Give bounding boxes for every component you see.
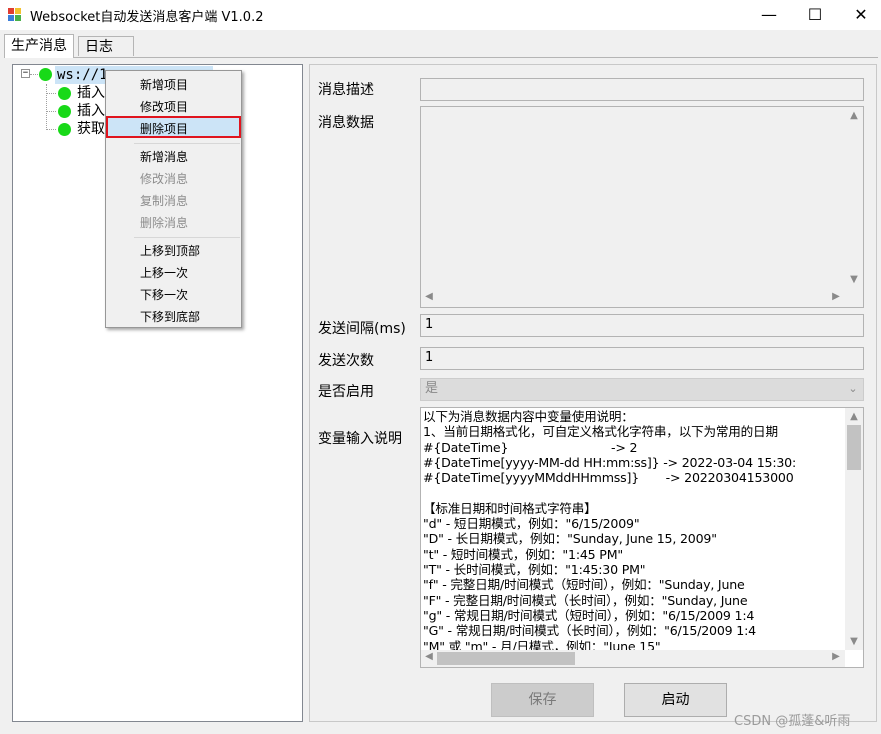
menu-item-move-bottom[interactable]: 下移到底部 bbox=[140, 308, 200, 325]
menu-item-move-top[interactable]: 上移到顶部 bbox=[140, 242, 200, 259]
chevron-down-icon[interactable]: ⌄ bbox=[845, 382, 861, 395]
window-title: Websocket自动发送消息客户端 V1.0.2 bbox=[30, 10, 264, 25]
var-help-line: 【标准日期和时间格式字符串】 bbox=[423, 500, 597, 516]
menu-separator bbox=[134, 237, 240, 238]
var-help-line: "t" - 短时间模式，例如："1:45 PM" bbox=[423, 546, 623, 562]
scroll-down-icon[interactable]: ▼ bbox=[845, 636, 863, 647]
var-help-label: 变量输入说明 bbox=[318, 431, 402, 447]
var-help-line: 以下为消息数据内容中变量使用说明： bbox=[423, 409, 634, 424]
interval-label: 发送间隔(ms) bbox=[318, 321, 406, 337]
data-label: 消息数据 bbox=[318, 115, 374, 131]
tree-child-node[interactable]: 插入 bbox=[77, 102, 105, 120]
data-vscrollbar[interactable] bbox=[845, 107, 863, 290]
menu-item-delete-message[interactable]: 删除消息 bbox=[140, 214, 188, 231]
var-help-line: 1、当前日期格式化，可自定义格式化字符串，以下为常用的日期 bbox=[423, 424, 778, 440]
desc-field[interactable] bbox=[420, 78, 864, 101]
scroll-thumb[interactable] bbox=[437, 652, 575, 665]
var-help-line: "d" - 短日期模式，例如："6/15/2009" bbox=[423, 516, 640, 532]
scroll-up-icon[interactable]: ▲ bbox=[845, 110, 863, 121]
var-help-line: "f" - 完整日期/时间模式（短时间），例如："Sunday, June bbox=[423, 577, 745, 593]
menu-item-move-down[interactable]: 下移一次 bbox=[140, 286, 188, 303]
scroll-down-icon[interactable]: ▼ bbox=[845, 274, 863, 285]
var-help-line: "F" - 完整日期/时间模式（长时间），例如："Sunday, June bbox=[423, 592, 748, 608]
maximize-button[interactable]: ☐ bbox=[792, 0, 838, 30]
count-field[interactable]: 1 bbox=[420, 347, 864, 370]
watermark: CSDN @孤蓬&听雨 bbox=[734, 714, 851, 729]
var-help-line: "T" - 长时间模式，例如："1:45:30 PM" bbox=[423, 562, 646, 577]
status-online-icon bbox=[58, 123, 71, 136]
menu-item-delete-project[interactable]: 删除项目 bbox=[140, 120, 188, 137]
interval-field[interactable]: 1 bbox=[420, 314, 864, 337]
tree-child-node[interactable]: 插入 bbox=[77, 84, 105, 102]
app-icon bbox=[8, 8, 22, 22]
var-help-line: #{DateTime[yyyy-MM-dd HH:mm:ss]} -> 2022… bbox=[423, 454, 797, 470]
scroll-right-icon[interactable]: ▶ bbox=[828, 291, 844, 302]
tree-connector bbox=[46, 129, 56, 130]
enabled-label: 是否启用 bbox=[318, 384, 374, 400]
menu-item-edit-message[interactable]: 修改消息 bbox=[140, 170, 188, 187]
minimize-button[interactable]: — bbox=[746, 0, 792, 30]
menu-item-move-up[interactable]: 上移一次 bbox=[140, 264, 188, 281]
menu-separator bbox=[134, 143, 240, 144]
var-help-line: "D" - 长日期模式，例如："Sunday, June 15, 2009" bbox=[423, 531, 717, 547]
save-button[interactable]: 保存 bbox=[491, 683, 594, 717]
data-field[interactable] bbox=[420, 106, 864, 308]
tree-connector bbox=[46, 93, 56, 94]
scroll-left-icon[interactable]: ◀ bbox=[421, 291, 437, 302]
scroll-up-icon[interactable]: ▲ bbox=[845, 411, 863, 422]
var-help-line: #{DateTime} -> 2 bbox=[423, 439, 638, 455]
status-online-icon bbox=[39, 68, 52, 81]
count-label: 发送次数 bbox=[318, 353, 374, 369]
enabled-select[interactable]: 是 bbox=[420, 378, 864, 401]
menu-item-add-message[interactable]: 新增消息 bbox=[140, 148, 188, 165]
tab-log[interactable]: 日志 bbox=[78, 36, 134, 56]
collapse-toggle-icon[interactable]: − bbox=[21, 69, 30, 78]
menu-item-copy-message[interactable]: 复制消息 bbox=[140, 192, 188, 209]
status-online-icon bbox=[58, 105, 71, 118]
var-help-line: #{DateTime[yyyyMMddHHmmss]} -> 202203041… bbox=[423, 470, 794, 486]
var-help-line: "G" - 常规日期/时间模式（长时间），例如："6/15/2009 1:4 bbox=[423, 623, 756, 639]
tab-produce-messages[interactable]: 生产消息 bbox=[4, 34, 74, 58]
var-help-line: "g" - 常规日期/时间模式（短时间），例如："6/15/2009 1:4 bbox=[423, 607, 755, 623]
tree-connector bbox=[46, 111, 56, 112]
tree-connector bbox=[46, 84, 47, 130]
scroll-thumb[interactable] bbox=[847, 425, 861, 470]
scroll-left-icon[interactable]: ◀ bbox=[421, 651, 437, 662]
data-hscrollbar[interactable] bbox=[421, 289, 845, 307]
desc-label: 消息描述 bbox=[318, 82, 374, 98]
menu-item-add-project[interactable]: 新增项目 bbox=[140, 76, 188, 93]
scroll-right-icon[interactable]: ▶ bbox=[828, 651, 844, 662]
close-button[interactable]: ✕ bbox=[838, 0, 881, 30]
menu-item-edit-project[interactable]: 修改项目 bbox=[140, 98, 188, 115]
start-button[interactable]: 启动 bbox=[624, 683, 727, 717]
tree-child-node[interactable]: 获取 bbox=[77, 120, 105, 138]
status-online-icon bbox=[58, 87, 71, 100]
